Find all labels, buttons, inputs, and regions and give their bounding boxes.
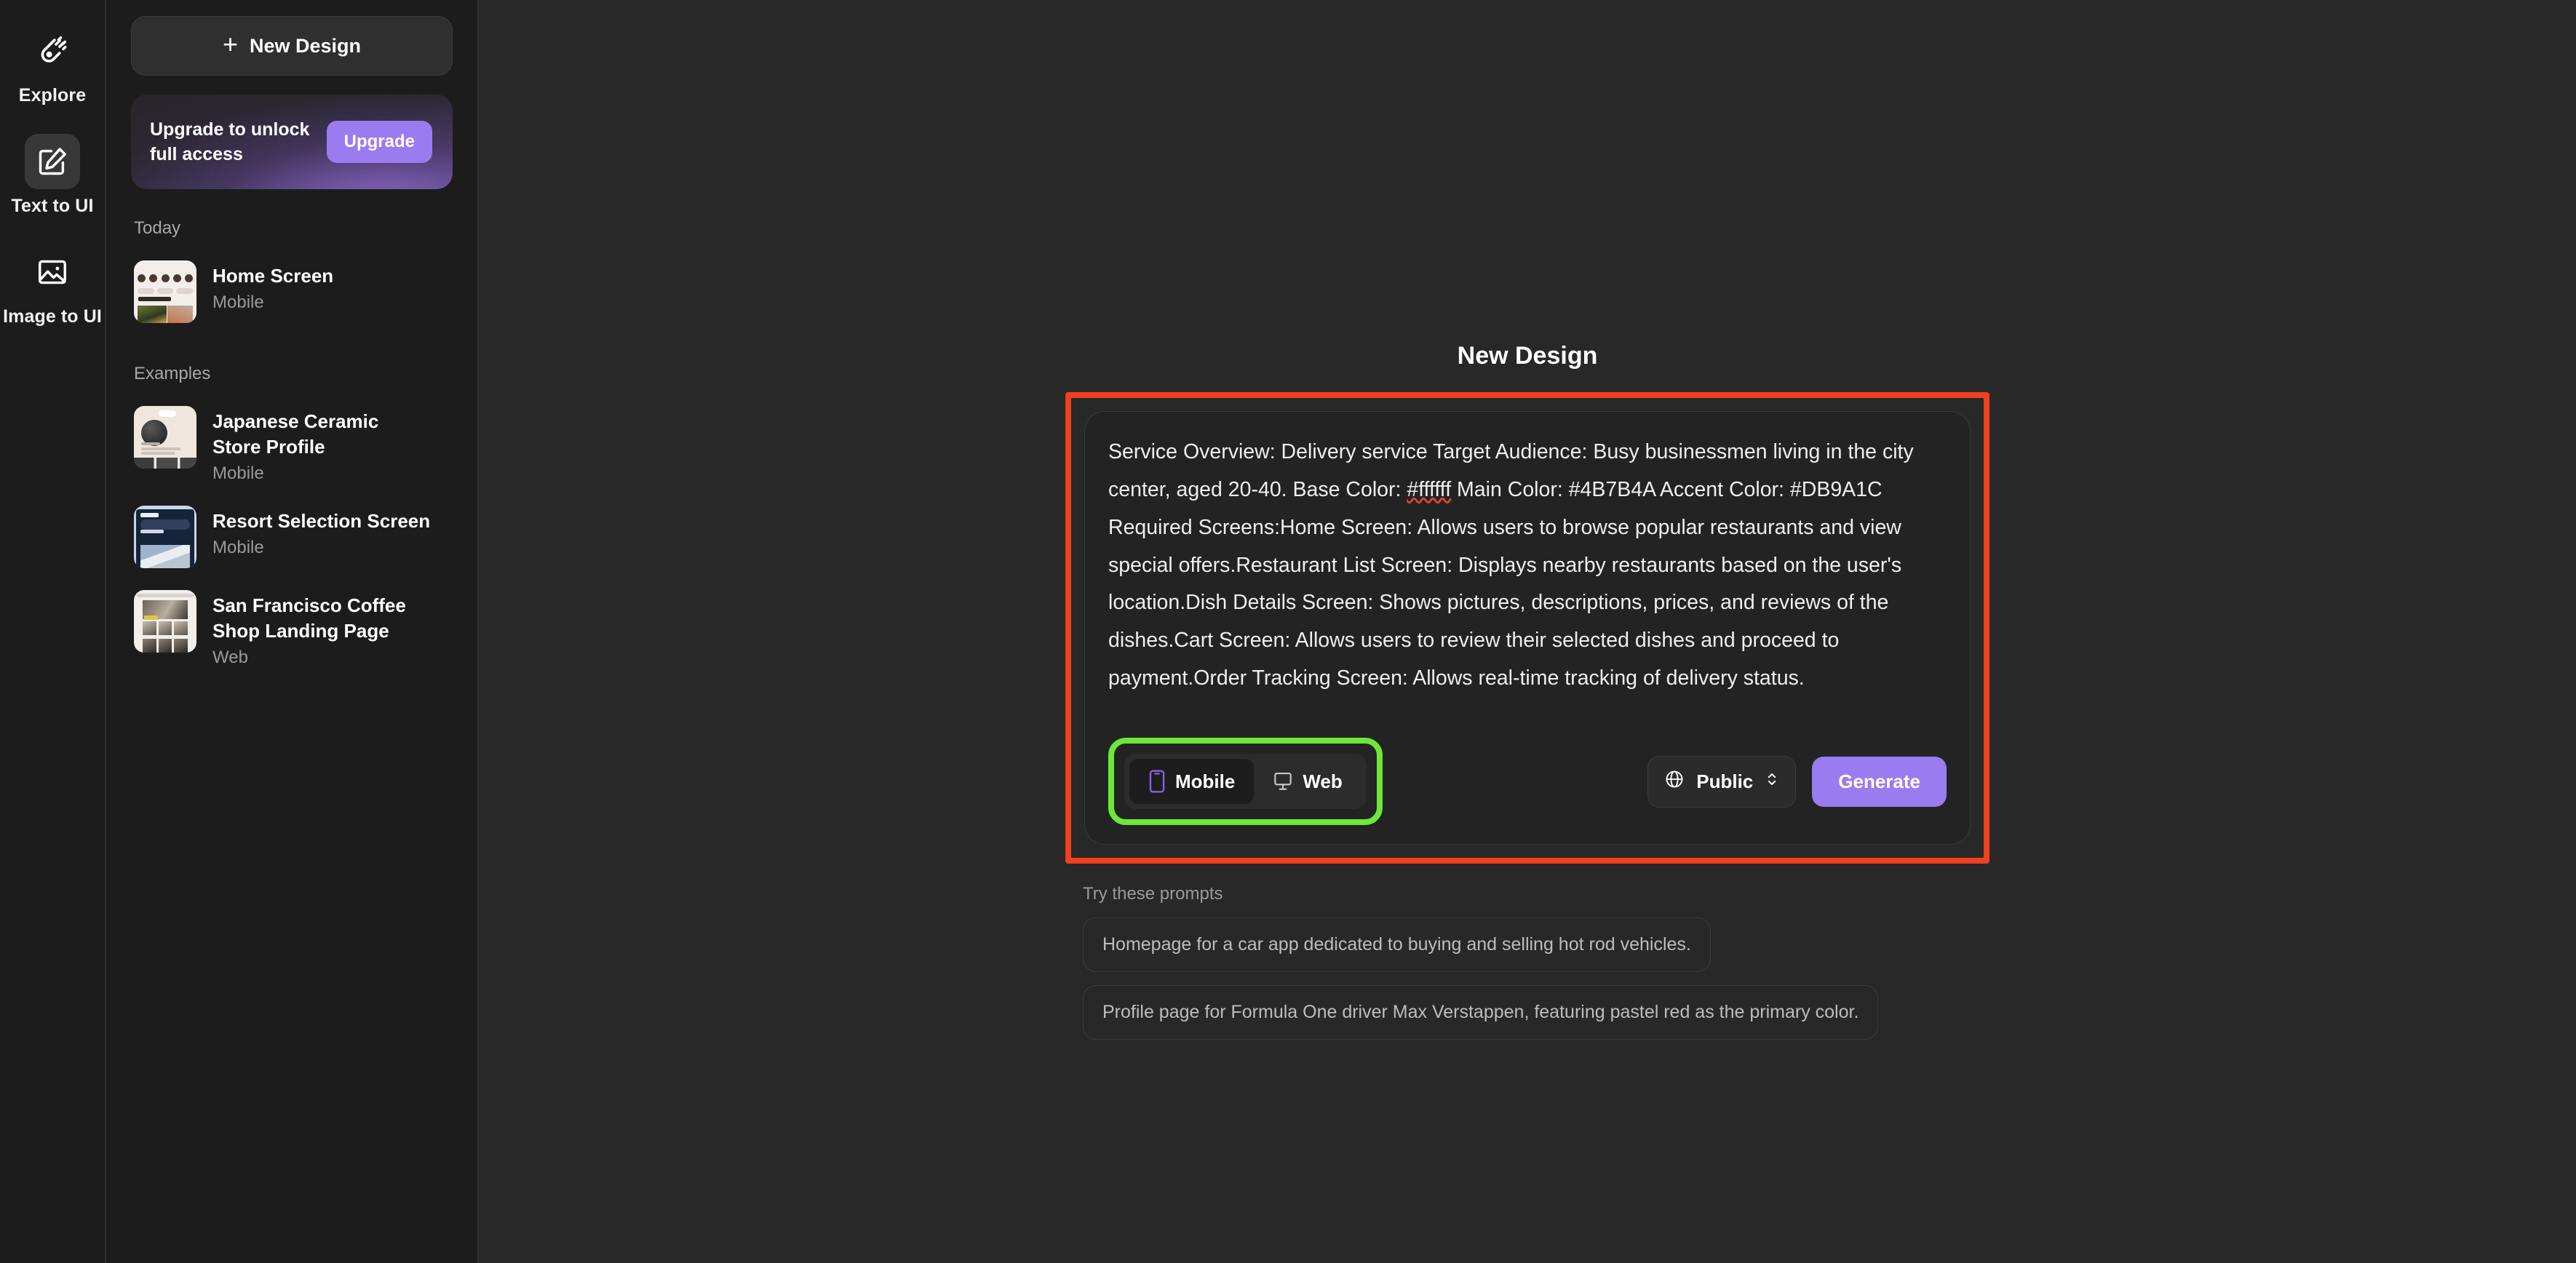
platform-option-web[interactable]: Web	[1254, 759, 1361, 804]
chevron-up-down-icon	[1765, 769, 1779, 794]
new-design-label: New Design	[249, 34, 362, 57]
list-item-meta: Japanese Ceramic Store Profile Mobile	[212, 406, 431, 484]
rail-item-label: Image to UI	[3, 306, 102, 327]
monitor-icon	[1273, 770, 1293, 792]
rail-item-explore[interactable]: Explore	[0, 16, 106, 106]
section-title-today: Today	[134, 218, 181, 238]
main-content: New Design Service Overview: Delivery se…	[479, 0, 2576, 1263]
rail-item-label: Explore	[18, 85, 87, 105]
globe-icon	[1664, 769, 1685, 794]
suggestions-title: Try these prompts	[1083, 884, 1223, 904]
list-item-meta: Resort Selection Screen Mobile	[212, 506, 430, 558]
comet-icon	[25, 23, 80, 79]
list-item-subtitle: Web	[212, 648, 248, 668]
list-item-title: Home Screen	[212, 265, 334, 287]
list-item[interactable]: Japanese Ceramic Store Profile Mobile	[131, 396, 453, 495]
list-item-title: Resort Selection Screen	[212, 510, 431, 533]
image-icon	[25, 244, 80, 300]
mobile-phone-icon	[1148, 770, 1166, 793]
upgrade-card-text: Upgrade to unlock full access	[150, 119, 310, 165]
list-item-meta: Home Screen Mobile	[212, 260, 333, 313]
prompt-misspelled-token: #ffffff	[1407, 477, 1452, 501]
composer-toolbar: Mobile Web Public Generate	[1108, 738, 1947, 825]
prompt-composer: Service Overview: Delivery service Targe…	[1084, 411, 1971, 845]
prompt-text-part2: Main Color: #4B7B4A Accent Color: #DB9A1…	[1108, 477, 1902, 690]
page-title: New Design	[1457, 342, 1598, 370]
red-highlight-annotation: Service Overview: Delivery service Targe…	[1065, 392, 1989, 864]
platform-option-mobile[interactable]: Mobile	[1129, 759, 1255, 804]
sf-coffee-thumb	[134, 590, 196, 653]
home-screen-thumb	[134, 260, 196, 323]
list-item-title: Japanese Ceramic Store Profile	[212, 410, 379, 458]
prompt-input[interactable]: Service Overview: Delivery service Targe…	[1108, 434, 1947, 725]
platform-option-label: Mobile	[1175, 770, 1236, 792]
primary-nav-rail: Explore Text to UI Image to UI	[0, 0, 106, 1263]
platform-option-label: Web	[1303, 770, 1343, 792]
rail-item-label: Text to UI	[11, 196, 94, 216]
platform-toggle-group: Mobile Web	[1124, 754, 1367, 809]
upgrade-button[interactable]: Upgrade	[326, 121, 432, 163]
list-item-meta: San Francisco Coffee Shop Landing Page W…	[212, 590, 431, 668]
list-item-title: San Francisco Coffee Shop Landing Page	[212, 594, 406, 642]
suggestion-chip[interactable]: Profile page for Formula One driver Max …	[1083, 985, 1879, 1040]
list-item[interactable]: San Francisco Coffee Shop Landing Page W…	[131, 580, 453, 680]
upgrade-card[interactable]: Upgrade to unlock full access Upgrade	[131, 95, 453, 189]
list-item-subtitle: Mobile	[212, 463, 264, 484]
japanese-ceramic-thumb	[134, 406, 196, 469]
project-sidebar: + New Design Upgrade to unlock full acce…	[106, 0, 479, 1263]
pencil-square-icon	[25, 134, 80, 189]
section-title-examples: Examples	[134, 364, 211, 383]
visibility-value: Public	[1696, 770, 1754, 792]
plus-icon: +	[222, 29, 238, 59]
new-design-button[interactable]: + New Design	[131, 16, 453, 76]
list-item[interactable]: Resort Selection Screen Mobile	[131, 495, 453, 580]
composer-actions: Public Generate	[1647, 755, 1947, 808]
resort-selection-thumb	[134, 506, 196, 569]
composer-column: New Design Service Overview: Delivery se…	[1065, 0, 1989, 1053]
green-highlight-annotation: Mobile Web	[1108, 738, 1383, 825]
visibility-select[interactable]: Public	[1647, 755, 1797, 808]
list-item[interactable]: Home Screen Mobile	[131, 250, 453, 335]
rail-item-text-to-ui[interactable]: Text to UI	[0, 127, 106, 217]
suggestion-chip[interactable]: Homepage for a car app dedicated to buyi…	[1083, 917, 1711, 972]
suggestions-list: Homepage for a car app dedicated to buyi…	[1065, 917, 1989, 1053]
list-item-subtitle: Mobile	[212, 538, 264, 558]
app-root: Explore Text to UI Image to UI + New Des…	[0, 0, 2576, 1263]
rail-item-image-to-ui[interactable]: Image to UI	[0, 237, 106, 327]
list-item-subtitle: Mobile	[212, 292, 264, 313]
generate-button[interactable]: Generate	[1812, 756, 1947, 807]
